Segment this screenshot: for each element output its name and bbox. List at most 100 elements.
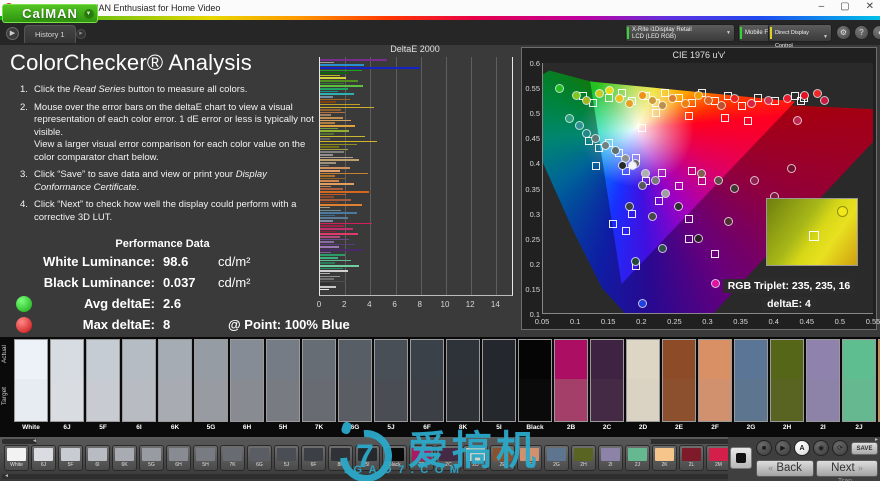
patch-button-2I[interactable]: 2I <box>598 445 623 471</box>
deltae-bar[interactable] <box>320 132 334 135</box>
deltae-bar[interactable] <box>320 169 341 172</box>
deltae-bar[interactable] <box>320 82 344 85</box>
deltae-bar[interactable] <box>320 151 344 154</box>
close-button[interactable]: ✕ <box>866 1 874 12</box>
patch-button-7K[interactable]: 7K <box>220 445 245 471</box>
deltae-bar[interactable] <box>320 288 329 291</box>
deltae-bar[interactable] <box>320 251 332 254</box>
deltae-bar[interactable] <box>320 95 333 98</box>
deltae-bar[interactable] <box>320 59 387 61</box>
maximize-button[interactable]: ▢ <box>840 1 849 12</box>
scroll-left-icon[interactable]: ◄ <box>4 473 9 479</box>
back-button[interactable]: « Back <box>756 460 814 477</box>
deltae-bar[interactable] <box>320 69 362 72</box>
deltae-bar[interactable] <box>320 148 348 151</box>
deltae-bar[interactable] <box>320 80 358 82</box>
stop-button[interactable]: ■ <box>756 440 772 456</box>
tab-overflow-button[interactable]: ▸ <box>76 29 86 39</box>
deltae-bar[interactable] <box>320 85 363 87</box>
deltae-bar[interactable] <box>320 243 356 246</box>
deltae-bar[interactable] <box>320 140 377 143</box>
deltae-bar[interactable] <box>320 228 353 230</box>
deltae-bar[interactable] <box>320 114 332 117</box>
deltae-bar[interactable] <box>320 278 334 280</box>
deltae-bar[interactable] <box>320 111 346 114</box>
deltae-bar[interactable] <box>320 146 339 148</box>
deltae-bar[interactable] <box>320 188 343 190</box>
next-button[interactable]: Next » <box>816 460 878 477</box>
loop-button[interactable]: ⟳ <box>832 440 848 456</box>
more-button[interactable]: ◖ <box>872 25 880 40</box>
deltae-bar[interactable] <box>320 209 342 212</box>
deltae-bar[interactable] <box>320 66 420 69</box>
patch-button-6G[interactable]: 6G <box>247 445 272 471</box>
deltae-bar[interactable] <box>320 101 337 103</box>
deltae-bar[interactable] <box>320 280 347 283</box>
panel-menu-button[interactable]: ▶ <box>6 27 19 40</box>
deltae-bar[interactable] <box>320 262 336 264</box>
deltae-bar[interactable] <box>320 177 346 180</box>
deltae-bar[interactable] <box>320 267 343 270</box>
deltae-bar[interactable] <box>320 230 337 233</box>
deltae-bar[interactable] <box>320 159 360 161</box>
deltae-bar[interactable] <box>320 119 352 122</box>
deltae-bar[interactable] <box>320 220 333 222</box>
deltae-bar[interactable] <box>320 117 343 119</box>
deltae-bar[interactable] <box>320 206 331 209</box>
deltae-bar[interactable] <box>320 275 341 278</box>
deltae-bar[interactable] <box>320 154 333 156</box>
deltae-bar[interactable] <box>320 72 349 74</box>
deltae-bar[interactable] <box>320 64 365 66</box>
patch-button-5H[interactable]: 5H <box>193 445 218 471</box>
settings-button[interactable]: ⚙ <box>836 25 851 40</box>
patch-button-5G[interactable]: 5G <box>139 445 164 471</box>
deltae-bar[interactable] <box>320 175 336 177</box>
deltae-bar[interactable] <box>320 212 357 214</box>
patch-button-6I[interactable]: 6I <box>85 445 110 471</box>
patch-button-White[interactable]: White <box>4 445 29 471</box>
save-button[interactable]: SAVE <box>851 442 878 455</box>
deltae-bar[interactable] <box>320 172 368 175</box>
deltae-bar[interactable] <box>320 109 342 111</box>
deltae-bar[interactable] <box>320 143 357 146</box>
capture-button[interactable]: ◉ <box>813 440 829 456</box>
deltae-bar[interactable] <box>320 264 360 267</box>
patch-button-5F[interactable]: 5F <box>58 445 83 471</box>
patch-button-2H[interactable]: 2H <box>571 445 596 471</box>
patch-button-2K[interactable]: 2K <box>652 445 677 471</box>
deltae-bar[interactable] <box>320 283 332 286</box>
deltae-bar[interactable] <box>320 161 337 164</box>
tab-history-1[interactable]: History 1 <box>24 25 76 43</box>
read-series-button[interactable]: A <box>794 440 810 456</box>
patch-button-5J[interactable]: 5J <box>274 445 299 471</box>
deltae-bar[interactable] <box>320 198 352 201</box>
deltae-bar[interactable] <box>320 233 358 235</box>
deltae-bar[interactable] <box>320 222 372 225</box>
minimize-button[interactable]: – <box>819 1 825 12</box>
deltae-bar[interactable] <box>320 225 344 227</box>
patch-button-6F[interactable]: 6F <box>301 445 326 471</box>
deltae-bar[interactable] <box>320 167 351 169</box>
deltae-bar[interactable] <box>320 122 336 124</box>
help-button[interactable]: ? <box>854 25 869 40</box>
deltae-bar[interactable] <box>320 74 341 77</box>
pattern-window-button[interactable] <box>730 447 752 469</box>
deltae-bar[interactable] <box>320 259 352 262</box>
deltae-bar[interactable] <box>320 196 334 198</box>
deltae-bar[interactable] <box>320 125 356 127</box>
deltae-bar[interactable] <box>320 214 336 217</box>
deltae-bar[interactable] <box>320 270 348 272</box>
deltae-bar[interactable] <box>320 180 339 183</box>
deltae-bar[interactable] <box>320 246 339 249</box>
deltae-bar[interactable] <box>320 88 348 90</box>
deltae-bar[interactable] <box>320 135 366 138</box>
calman-menu-button[interactable]: CalMAN ▼ <box>2 4 98 23</box>
patch-button-2J[interactable]: 2J <box>625 445 650 471</box>
deltae-bar[interactable] <box>320 185 332 188</box>
deltae-bar[interactable] <box>320 77 347 80</box>
deltae-bar[interactable] <box>320 272 331 275</box>
deltae-bar[interactable] <box>320 241 334 243</box>
deltae-bar[interactable] <box>320 61 334 64</box>
deltae-bar[interactable] <box>320 127 338 130</box>
deltae-bar[interactable] <box>320 106 375 109</box>
